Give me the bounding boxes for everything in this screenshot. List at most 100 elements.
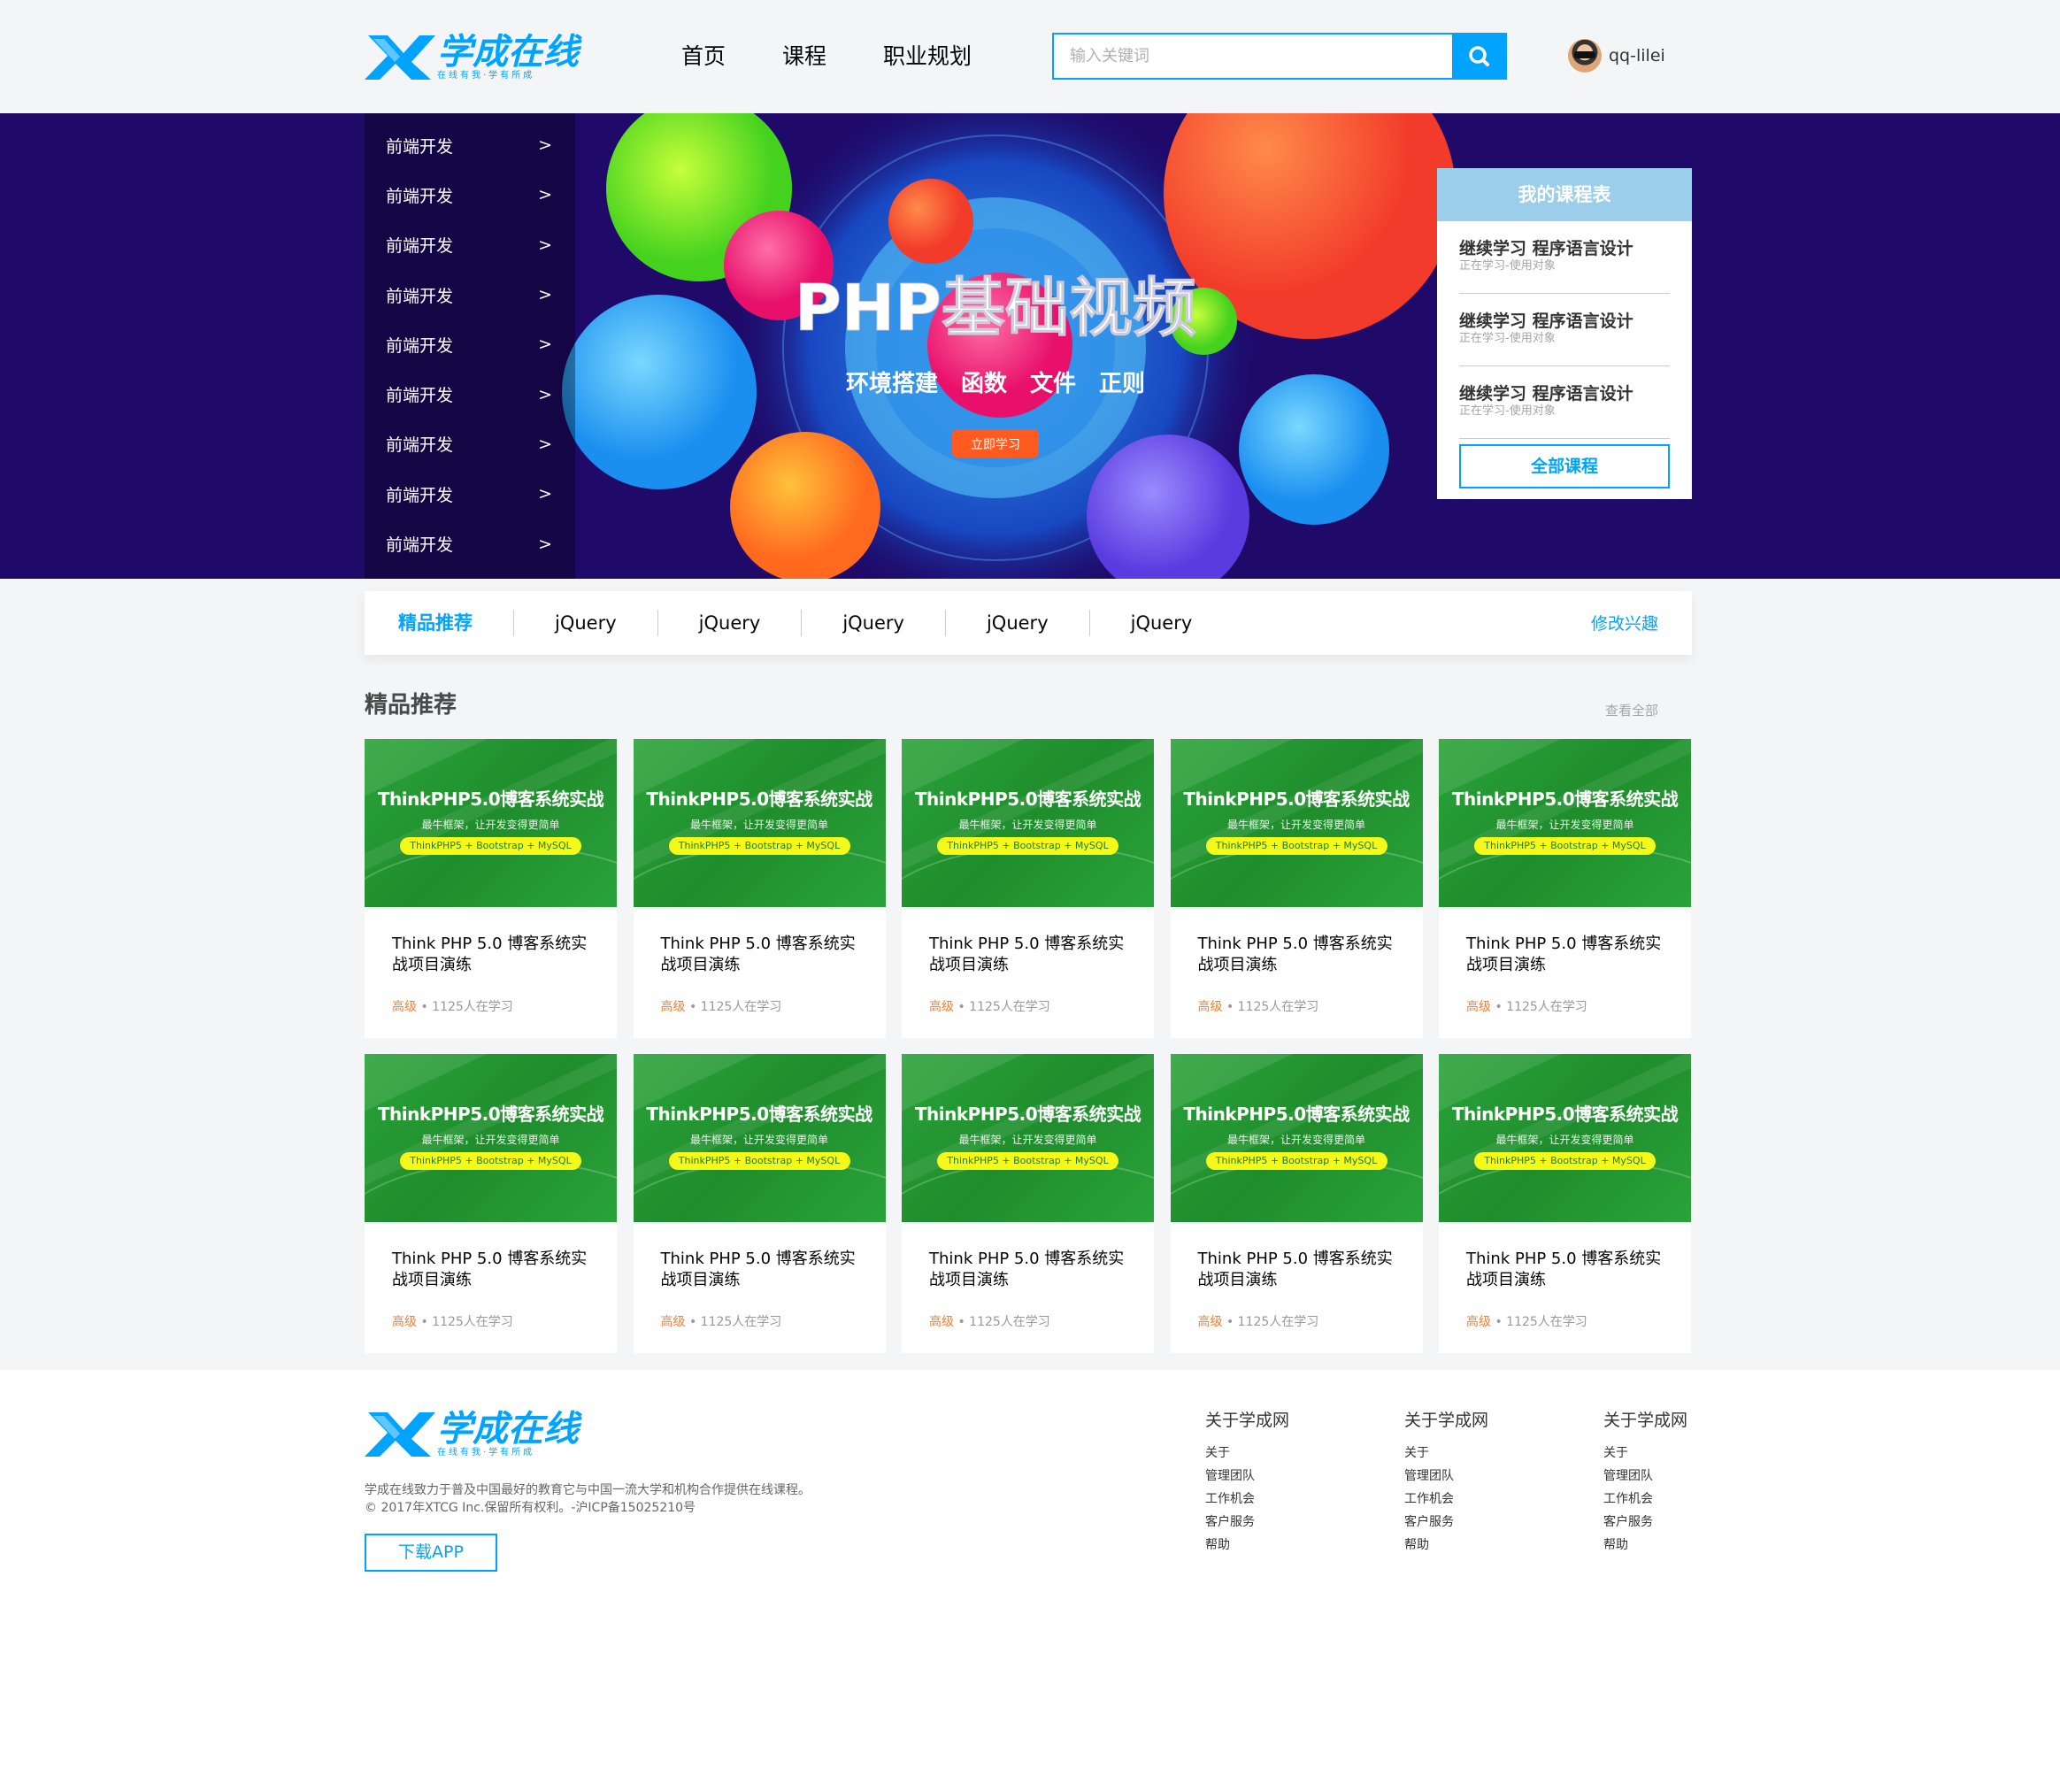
course-thumbnail[interactable]: ThinkPHP5.0博客系统实战 最牛框架，让开发变得更简单 ThinkPHP5 … bbox=[365, 739, 617, 907]
footer-links: 关于学成网 关于 管理团队 工作机会 客户服务 帮助 关于学成网 关于 管理团队 工作机会 客户服务… bbox=[1205, 1407, 1692, 1557]
course-title[interactable]: Think PHP 5.0 博客系统实战项目演练 bbox=[1466, 1249, 1673, 1291]
user-menu[interactable]: qq-lilei bbox=[1568, 39, 1665, 73]
nav-home[interactable]: 首页 bbox=[681, 35, 726, 78]
course-card[interactable]: ThinkPHP5.0博客系统实战 最牛框架，让开发变得更简单 ThinkPHP5 … bbox=[365, 739, 617, 1038]
search-input[interactable] bbox=[1054, 35, 1448, 78]
footer-link[interactable]: 客户服务 bbox=[1205, 1511, 1404, 1534]
course-title[interactable]: Think PHP 5.0 博客系统实战项目演练 bbox=[392, 934, 599, 976]
category-label: 前端开发 bbox=[386, 485, 454, 505]
all-courses-button[interactable]: 全部课程 bbox=[1459, 444, 1670, 488]
course-card[interactable]: ThinkPHP5.0博客系统实战 最牛框架，让开发变得更简单 ThinkPHP5 … bbox=[902, 1054, 1154, 1353]
course-table-item[interactable]: 继续学习 程序语言设计 正在学习-使用对象 bbox=[1459, 366, 1670, 439]
course-learners: • 1125人在学习 bbox=[1491, 1315, 1587, 1329]
nav-career[interactable]: 职业规划 bbox=[883, 35, 972, 78]
course-title[interactable]: Think PHP 5.0 博客系统实战项目演练 bbox=[1466, 934, 1673, 976]
category-item[interactable]: 前端开发 > bbox=[365, 270, 575, 319]
username[interactable]: qq-lilei bbox=[1609, 46, 1665, 65]
site-footer: 学成在线 在线有我·学有所成 学成在线致力于普及中国最好的教育它与中国一流大学和… bbox=[0, 1370, 2060, 1792]
course-table-item-sub: 正在学习-使用对象 bbox=[1459, 404, 1556, 418]
footer-link[interactable]: 客户服务 bbox=[1603, 1511, 1692, 1534]
footer-link[interactable]: 关于 bbox=[1603, 1442, 1692, 1465]
course-thumbnail[interactable]: ThinkPHP5.0博客系统实战 最牛框架，让开发变得更简单 ThinkPHP5 … bbox=[902, 1054, 1154, 1222]
banner-title: PHP基础视频 bbox=[795, 271, 1196, 345]
category-item[interactable]: 前端开发 > bbox=[365, 469, 575, 519]
course-thumbnail[interactable]: ThinkPHP5.0博客系统实战 最牛框架，让开发变得更简单 ThinkPHP5 … bbox=[1170, 739, 1423, 907]
course-card[interactable]: ThinkPHP5.0博客系统实战 最牛框架，让开发变得更简单 ThinkPHP5 … bbox=[633, 1054, 886, 1353]
category-item[interactable]: 前端开发 > bbox=[365, 519, 575, 568]
view-all-link[interactable]: 查看全部 bbox=[1605, 701, 1658, 719]
tab-jquery[interactable]: jQuery bbox=[944, 610, 1089, 636]
course-title[interactable]: Think PHP 5.0 博客系统实战项目演练 bbox=[1198, 1249, 1405, 1291]
footer-link[interactable]: 管理团队 bbox=[1404, 1465, 1603, 1488]
thumbnail-subtitle: 最牛框架，让开发变得更简单 bbox=[689, 1134, 828, 1146]
course-title[interactable]: Think PHP 5.0 博客系统实战项目演练 bbox=[661, 934, 868, 976]
course-card[interactable]: ThinkPHP5.0博客系统实战 最牛框架，让开发变得更简单 ThinkPHP5 … bbox=[1439, 1054, 1691, 1353]
tab-jquery[interactable]: jQuery bbox=[513, 610, 657, 636]
search-button[interactable] bbox=[1452, 33, 1507, 80]
footer-link[interactable]: 工作机会 bbox=[1205, 1488, 1404, 1511]
banner-image[interactable]: PHP基础视频 环境搭建 函数 文件 正则 立即学习 bbox=[0, 113, 2060, 579]
category-item[interactable]: 前端开发 > bbox=[365, 170, 575, 219]
course-card[interactable]: ThinkPHP5.0博客系统实战 最牛框架，让开发变得更简单 ThinkPHP5 … bbox=[902, 739, 1154, 1038]
course-thumbnail[interactable]: ThinkPHP5.0博客系统实战 最牛框架，让开发变得更简单 ThinkPHP5 … bbox=[1170, 1054, 1423, 1222]
category-item[interactable]: 前端开发 > bbox=[365, 220, 575, 270]
tab-jquery[interactable]: jQuery bbox=[801, 610, 945, 636]
course-card[interactable]: ThinkPHP5.0博客系统实战 最牛框架，让开发变得更简单 ThinkPHP5 … bbox=[1439, 739, 1691, 1038]
footer-link[interactable]: 帮助 bbox=[1603, 1534, 1692, 1557]
footer-link[interactable]: 管理团队 bbox=[1205, 1465, 1404, 1488]
thumbnail-subtitle: 最牛框架，让开发变得更简单 bbox=[421, 1134, 560, 1146]
footer-link[interactable]: 关于 bbox=[1404, 1442, 1603, 1465]
modify-interest-link[interactable]: 修改兴趣 bbox=[1591, 611, 1658, 635]
course-thumbnail[interactable]: ThinkPHP5.0博客系统实战 最牛框架，让开发变得更简单 ThinkPHP5 … bbox=[1439, 1054, 1691, 1222]
tab-jquery[interactable]: jQuery bbox=[1088, 610, 1234, 636]
nav-courses[interactable]: 课程 bbox=[782, 35, 826, 78]
footer-link[interactable]: 客户服务 bbox=[1404, 1511, 1603, 1534]
footer-link[interactable]: 帮助 bbox=[1205, 1534, 1404, 1557]
course-title[interactable]: Think PHP 5.0 博客系统实战项目演练 bbox=[929, 934, 1136, 976]
site-logo[interactable]: 学成在线 在线有我·学有所成 bbox=[365, 30, 582, 81]
course-thumbnail[interactable]: ThinkPHP5.0博客系统实战 最牛框架，让开发变得更简单 ThinkPHP5 … bbox=[365, 1054, 617, 1222]
category-item[interactable]: 前端开发 > bbox=[365, 419, 575, 469]
category-item[interactable]: 前端开发 > bbox=[365, 120, 575, 170]
category-item[interactable]: 前端开发 > bbox=[365, 369, 575, 419]
footer-link[interactable]: 工作机会 bbox=[1603, 1488, 1692, 1511]
footer-link[interactable]: 工作机会 bbox=[1404, 1488, 1603, 1511]
chevron-right-icon: > bbox=[538, 384, 552, 404]
footer-link[interactable]: 关于 bbox=[1205, 1442, 1404, 1465]
course-table-item[interactable]: 继续学习 程序语言设计 正在学习-使用对象 bbox=[1459, 221, 1670, 294]
tab-jquery[interactable]: jQuery bbox=[657, 610, 802, 636]
featured-section-header: 精品推荐 查看全部 bbox=[365, 687, 1692, 722]
thumbnail-subtitle: 最牛框架，让开发变得更简单 bbox=[1495, 819, 1634, 831]
course-table-item-sub: 正在学习-使用对象 bbox=[1459, 332, 1556, 345]
download-app-button[interactable]: 下载APP bbox=[365, 1534, 497, 1572]
course-thumbnail[interactable]: ThinkPHP5.0博客系统实战 最牛框架，让开发变得更简单 ThinkPHP5 … bbox=[633, 739, 886, 907]
course-meta: 高级 • 1125人在学习 bbox=[392, 997, 617, 1015]
course-learners: • 1125人在学习 bbox=[1222, 1315, 1319, 1329]
course-title[interactable]: Think PHP 5.0 博客系统实战项目演练 bbox=[1198, 934, 1405, 976]
thumbnail-title: ThinkPHP5.0博客系统实战 bbox=[1451, 1104, 1679, 1125]
course-thumbnail[interactable]: ThinkPHP5.0博客系统实战 最牛框架，让开发变得更简单 ThinkPHP5 … bbox=[1439, 739, 1691, 907]
course-card[interactable]: ThinkPHP5.0博客系统实战 最牛框架，让开发变得更简单 ThinkPHP5 … bbox=[633, 739, 886, 1038]
course-title[interactable]: Think PHP 5.0 博客系统实战项目演练 bbox=[929, 1249, 1136, 1291]
footer-link[interactable]: 帮助 bbox=[1404, 1534, 1603, 1557]
course-title[interactable]: Think PHP 5.0 博客系统实战项目演练 bbox=[392, 1249, 599, 1291]
course-thumbnail[interactable]: ThinkPHP5.0博客系统实战 最牛框架，让开发变得更简单 ThinkPHP5 … bbox=[902, 739, 1154, 907]
footer-copyright: © 2017年XTCG Inc.保留所有权利。-沪ICP备15025210号 bbox=[365, 1501, 696, 1515]
category-item[interactable]: 前端开发 > bbox=[365, 319, 575, 369]
category-label: 前端开发 bbox=[386, 335, 454, 356]
chevron-right-icon: > bbox=[538, 285, 552, 305]
thumbnail-tag: ThinkPHP5 + Bootstrap + MySQL bbox=[400, 1152, 581, 1170]
footer-link[interactable]: 管理团队 bbox=[1603, 1465, 1692, 1488]
course-card[interactable]: ThinkPHP5.0博客系统实战 最牛框架，让开发变得更简单 ThinkPHP5 … bbox=[365, 1054, 617, 1353]
course-card[interactable]: ThinkPHP5.0博客系统实战 最牛框架，让开发变得更简单 ThinkPHP5 … bbox=[1170, 739, 1423, 1038]
tab-featured[interactable]: 精品推荐 bbox=[388, 610, 513, 636]
course-card[interactable]: ThinkPHP5.0博客系统实战 最牛框架，让开发变得更简单 ThinkPHP5 … bbox=[1170, 1054, 1423, 1353]
course-learners: • 1125人在学习 bbox=[417, 1315, 513, 1329]
footer-logo[interactable]: 学成在线 在线有我·学有所成 bbox=[365, 1407, 582, 1458]
course-table-item[interactable]: 继续学习 程序语言设计 正在学习-使用对象 bbox=[1459, 294, 1670, 366]
course-thumbnail[interactable]: ThinkPHP5.0博客系统实战 最牛框架，让开发变得更简单 ThinkPHP5 … bbox=[633, 1054, 886, 1222]
avatar[interactable] bbox=[1568, 39, 1602, 73]
course-meta: 高级 • 1125人在学习 bbox=[661, 1312, 886, 1330]
course-title[interactable]: Think PHP 5.0 博客系统实战项目演练 bbox=[661, 1249, 868, 1291]
thumbnail-tag: ThinkPHP5 + Bootstrap + MySQL bbox=[668, 837, 850, 855]
